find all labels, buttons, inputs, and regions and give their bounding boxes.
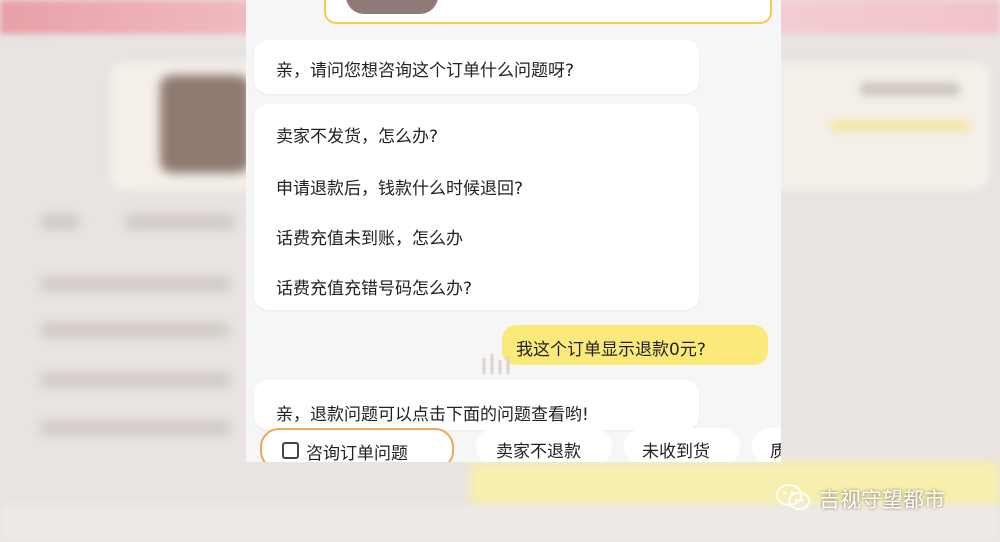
faq-item-topup-wrong-number[interactable]: 话费充值充错号码怎么办? bbox=[276, 274, 472, 299]
background-product-thumbnail bbox=[160, 75, 250, 173]
chat-panel: 亲，请问您想咨询这个订单什么问题呀? 卖家不发货，怎么办? 申请退款后，钱款什么… bbox=[246, 0, 781, 462]
reply-text: 亲，退款问题可以点击下面的问题查看哟! bbox=[276, 405, 589, 425]
background-text-line bbox=[40, 322, 230, 338]
quick-reply-label: 质 bbox=[770, 442, 781, 462]
background-text-line bbox=[40, 372, 230, 388]
faq-item-seller-not-shipping[interactable]: 卖家不发货，怎么办? bbox=[276, 122, 438, 147]
background-text-line bbox=[40, 276, 230, 292]
background-text-line bbox=[40, 420, 230, 436]
user-message-text: 我这个订单显示退款0元? bbox=[516, 340, 706, 360]
bot-reply-bubble: 亲，退款问题可以点击下面的问题查看哟! bbox=[254, 380, 699, 430]
quick-reply-seller-no-refund[interactable]: 卖家不退款 bbox=[476, 428, 612, 462]
product-image-card[interactable] bbox=[324, 0, 772, 24]
product-image bbox=[346, 0, 438, 14]
wechat-icon bbox=[776, 484, 810, 510]
order-icon bbox=[282, 442, 299, 459]
quick-reply-not-received[interactable]: 未收到货 bbox=[624, 428, 740, 462]
background-text-line bbox=[125, 214, 235, 230]
quick-reply-label: 卖家不退款 bbox=[496, 442, 581, 462]
quick-reply-label: 未收到货 bbox=[642, 442, 710, 462]
faint-logo bbox=[478, 350, 542, 378]
faq-bubble: 卖家不发货，怎么办? 申请退款后，钱款什么时候退回? 话费充值未到账，怎么办 话… bbox=[254, 104, 699, 310]
bot-greeting-bubble: 亲，请问您想咨询这个订单什么问题呀? bbox=[254, 40, 699, 94]
quick-reply-consult-order[interactable]: 咨询订单问题 bbox=[260, 428, 454, 462]
watermark-text: 吉视守望都市 bbox=[819, 488, 945, 512]
background-text-line bbox=[40, 214, 80, 230]
quick-reply-label: 咨询订单问题 bbox=[306, 444, 408, 462]
background-tag bbox=[860, 82, 960, 96]
faq-item-refund-timing[interactable]: 申请退款后，钱款什么时候退回? bbox=[276, 174, 523, 199]
faq-item-topup-not-arrived[interactable]: 话费充值未到账，怎么办 bbox=[276, 224, 463, 249]
background-highlight bbox=[830, 120, 970, 132]
greeting-text: 亲，请问您想咨询这个订单什么问题呀? bbox=[276, 61, 575, 81]
quick-reply-more[interactable]: 质 bbox=[752, 428, 781, 462]
